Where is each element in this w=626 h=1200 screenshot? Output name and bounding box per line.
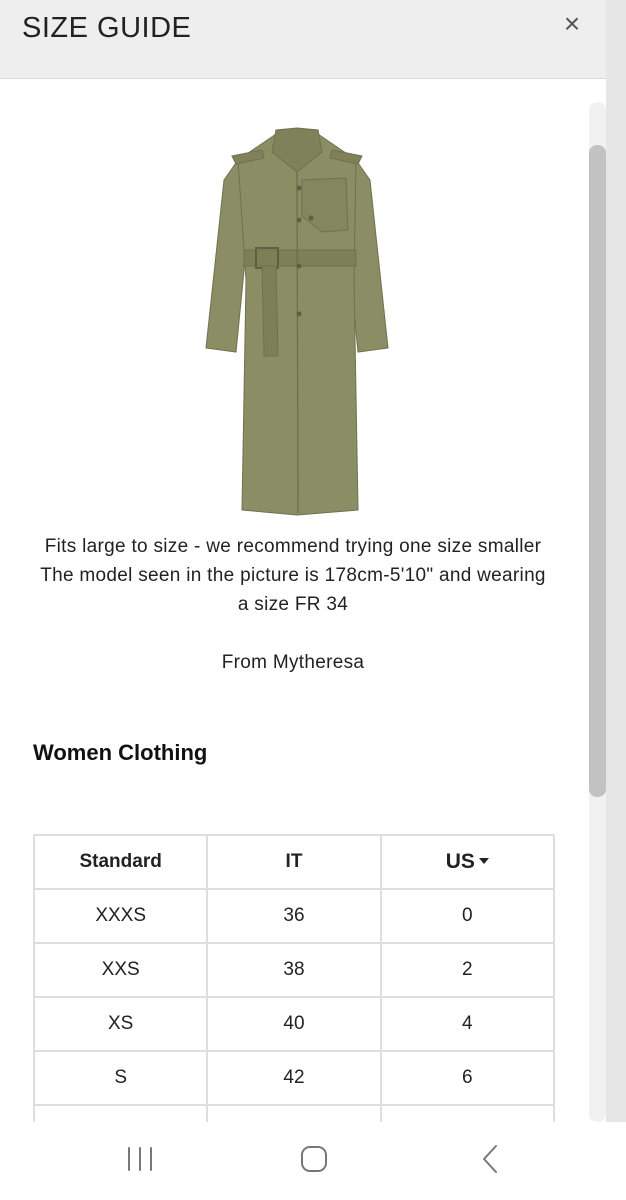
- column-header-it: IT: [206, 834, 382, 890]
- home-icon: [301, 1146, 327, 1172]
- recent-apps-icon: [128, 1147, 152, 1171]
- recent-apps-button[interactable]: [110, 1140, 170, 1180]
- table-cell: 4: [379, 996, 556, 1052]
- table-cell: S: [32, 1050, 209, 1106]
- table-cell: 2: [379, 942, 556, 998]
- trench-coat-image-icon: [205, 127, 389, 516]
- table-row: S 42 6: [32, 1050, 556, 1106]
- table-cell: XXXS: [32, 888, 209, 944]
- table-cell: 36: [206, 888, 382, 944]
- back-button[interactable]: [460, 1140, 520, 1180]
- table-row: XXS 38 2: [32, 942, 556, 998]
- table-cell: XS: [32, 996, 209, 1052]
- table-cell: 38: [206, 942, 382, 998]
- table-row: XS 40 4: [32, 996, 556, 1052]
- product-image: [190, 120, 404, 520]
- column-header-us-dropdown[interactable]: US: [379, 834, 556, 890]
- scrollbar-thumb[interactable]: [589, 145, 606, 797]
- section-title: Women Clothing: [33, 740, 208, 765]
- column-header-us-label: US: [445, 850, 475, 873]
- table-header-row: Standard IT US: [32, 834, 556, 890]
- system-nav-bar: [0, 1122, 626, 1200]
- back-icon: [483, 1145, 497, 1173]
- caret-down-icon: [478, 857, 489, 864]
- table-cell: XXS: [32, 942, 209, 998]
- fit-note: Fits large to size - we recommend trying…: [40, 536, 546, 615]
- table-row: XXXS 36 0: [32, 888, 556, 944]
- table-cell: 42: [206, 1050, 382, 1106]
- column-header-standard: Standard: [32, 834, 209, 890]
- modal-header: SIZE GUIDE ×: [0, 0, 606, 79]
- source-note: From Mytheresa: [221, 652, 365, 673]
- table-cell: 40: [206, 996, 382, 1052]
- home-button[interactable]: [284, 1140, 344, 1180]
- modal-title: SIZE GUIDE: [22, 12, 192, 44]
- background-overlay-strip: [606, 0, 626, 1122]
- table-cell: 0: [379, 888, 556, 944]
- size-table: Standard IT US XXXS 36 0 XXS 38 2 XS 40 …: [32, 834, 556, 1160]
- table-cell: 6: [379, 1050, 556, 1106]
- close-button[interactable]: ×: [558, 10, 586, 38]
